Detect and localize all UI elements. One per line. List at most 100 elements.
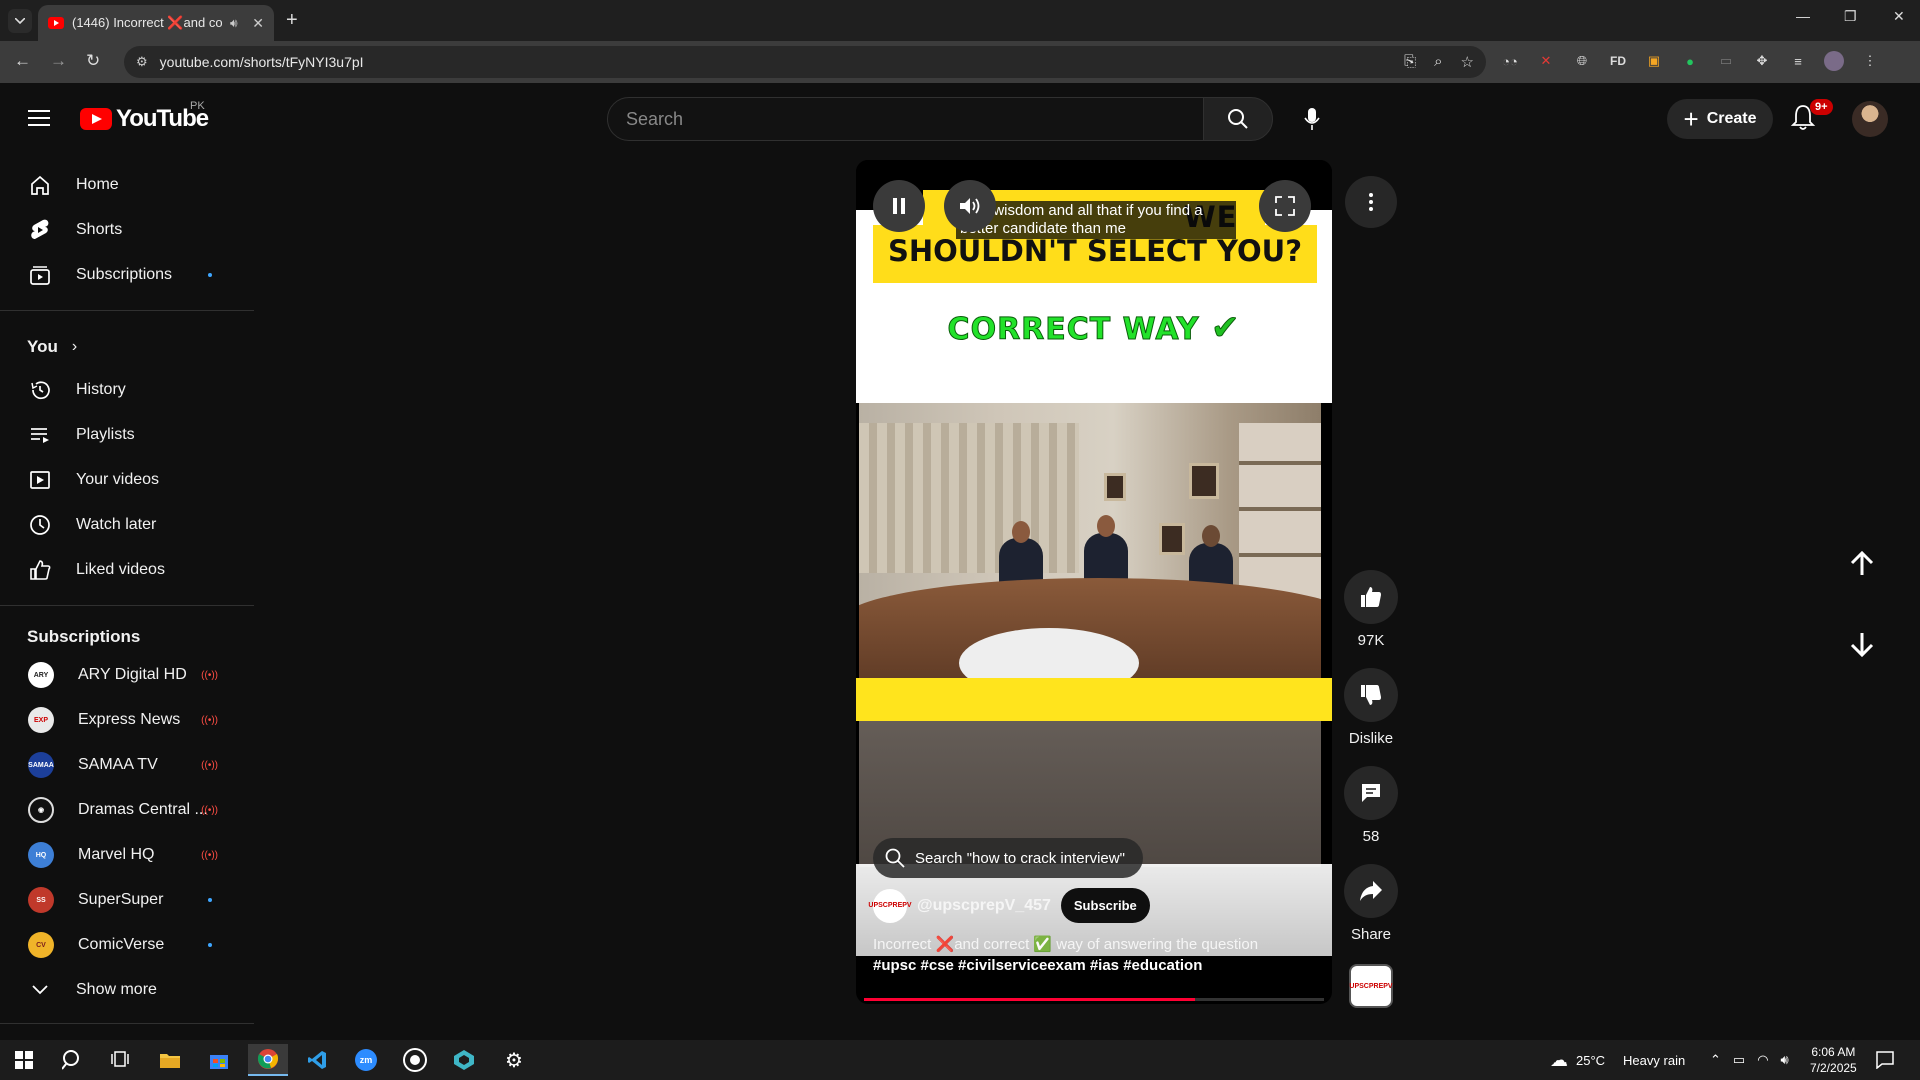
channel-avatar: SS [28, 887, 54, 913]
sidebar-item-your-videos[interactable]: Your videos [12, 460, 242, 500]
youtube-logo[interactable]: YouTube PK [80, 100, 209, 133]
sidebar-channel-marvel-hq[interactable]: HQ Marvel HQ ((•)) [12, 835, 242, 875]
video-hashtags[interactable]: #upsc #cse #civilserviceexam #ias #educa… [873, 957, 1313, 974]
sidebar-channel-comicverse[interactable]: CV ComicVerse [12, 925, 242, 965]
url-text[interactable]: youtube.com/shorts/tFyNYI3u7pI [160, 54, 364, 70]
sidebar-channel-dramas-central[interactable]: ◉ Dramas Central ... ((•)) [12, 790, 242, 830]
taskbar-search-button[interactable] [52, 1044, 92, 1076]
puzzle-extensions-icon[interactable]: ✥ [1752, 51, 1772, 71]
task-view-button[interactable] [100, 1044, 140, 1076]
remix-sound-thumbnail[interactable]: UPSCPREPV [1349, 964, 1393, 1008]
voice-search-button[interactable] [1290, 98, 1334, 140]
close-icon[interactable]: ✕ [252, 15, 264, 32]
subscribe-button[interactable]: Subscribe [1060, 888, 1150, 923]
sidebar-item-home[interactable]: Home [12, 165, 242, 205]
menu-icon[interactable] [28, 110, 50, 126]
notifications-button[interactable]: 9+ [1790, 99, 1833, 135]
glasses-extension-icon[interactable]: ◔◔ [1500, 51, 1520, 71]
chrome-taskbar-button[interactable] [248, 1044, 288, 1076]
fullscreen-button[interactable] [1259, 180, 1311, 232]
battery-icon[interactable]: ▭ [1733, 1052, 1745, 1068]
cast-extension-icon[interactable]: ▭ [1716, 51, 1736, 71]
store-icon [210, 1055, 228, 1069]
like-button[interactable] [1344, 570, 1398, 624]
sidebar-item-watch-later[interactable]: Watch later [12, 505, 242, 545]
notifications-center-button[interactable] [1876, 1040, 1894, 1080]
sidebar-channel-ary-digital-hd[interactable]: ARY ARY Digital HD ((•)) [12, 655, 242, 695]
browser-menu-icon[interactable]: ⋮ [1860, 51, 1880, 71]
wifi-icon[interactable]: ◠ [1757, 1052, 1768, 1068]
sidebar-item-playlists[interactable]: Playlists [12, 415, 242, 455]
zoom-taskbar-button[interactable]: zm [346, 1044, 386, 1076]
account-avatar[interactable] [1852, 101, 1888, 137]
clock[interactable]: 6:06 AM 7/2/2025 [1810, 1040, 1857, 1080]
globe-extension-icon[interactable]: 🌐︎ [1572, 51, 1592, 71]
speaker-icon[interactable]: 🔊︎ [230, 16, 238, 31]
store-button[interactable] [199, 1044, 239, 1076]
new-tab-button[interactable]: + [286, 9, 298, 32]
badge-extension-icon[interactable]: ▣ [1644, 51, 1664, 71]
file-explorer-button[interactable] [150, 1044, 190, 1076]
app-taskbar-button[interactable] [395, 1044, 435, 1076]
restore-icon[interactable]: ❐ [1844, 8, 1857, 25]
sidebar-item-liked-videos[interactable]: Liked videos [12, 550, 242, 590]
window-close-icon[interactable]: ✕ [1893, 8, 1905, 25]
search-suggestion-chip[interactable]: Search "how to crack interview" [873, 838, 1143, 878]
pause-button[interactable] [873, 180, 925, 232]
back-icon[interactable]: ← [14, 51, 31, 71]
search-input[interactable] [626, 108, 1203, 130]
previous-short-button[interactable] [1842, 544, 1882, 584]
channel-avatar: HQ [28, 842, 54, 868]
volume-button[interactable] [944, 180, 996, 232]
app2-taskbar-button[interactable] [444, 1044, 484, 1076]
chevron-up-icon[interactable]: ⌃ [1710, 1052, 1721, 1068]
fd-extension-icon[interactable]: FD [1608, 51, 1628, 71]
you-title: You [27, 337, 58, 356]
start-button[interactable] [4, 1044, 44, 1076]
shorts-player[interactable]: 3 WE SHOULDN'T SELECT YOU? your wisdom a… [856, 160, 1332, 1004]
site-info-icon[interactable]: ⚙︎ [136, 54, 148, 70]
speaker-icon[interactable]: 🔊︎ [1781, 1052, 1789, 1068]
show-more-button[interactable]: Show more [12, 970, 242, 1010]
search-button[interactable] [1203, 97, 1273, 141]
app-icon [405, 1050, 425, 1070]
bookmark-star-icon[interactable]: ☆ [1461, 53, 1474, 71]
channel-avatar[interactable]: UPSCPREPV [868, 888, 912, 923]
channel-handle[interactable]: @upscprepV_457 [917, 897, 1051, 915]
browser-tab[interactable]: (1446) Incorrect ❌and correct ✅ way of a… [38, 5, 274, 41]
share-action: Share [1344, 864, 1398, 943]
arrow-down-icon [1850, 633, 1874, 657]
more-options-button[interactable] [1345, 176, 1397, 228]
browser-tab-bar: (1446) Incorrect ❌and correct ✅ way of a… [0, 0, 1920, 41]
install-app-icon[interactable]: ⎘ [1404, 53, 1416, 71]
sidebar-channel-samaa-tv[interactable]: SAMAA SAMAA TV ((•)) [12, 745, 242, 785]
create-button[interactable]: + Create [1667, 99, 1773, 139]
green-extension-icon[interactable]: ● [1680, 51, 1700, 71]
red-x-extension-icon[interactable]: ✕ [1536, 51, 1556, 71]
dislike-button[interactable] [1344, 668, 1398, 722]
minimize-icon[interactable]: — [1796, 8, 1810, 24]
next-short-button[interactable] [1842, 624, 1882, 664]
profile-avatar-icon[interactable] [1824, 51, 1844, 71]
forward-icon[interactable]: → [50, 51, 67, 71]
media-controls-icon[interactable]: ≡ [1788, 51, 1808, 71]
omnibox[interactable]: ⚙︎ youtube.com/shorts/tFyNYI3u7pI ⎘ ⌕ ☆ [124, 46, 1486, 78]
dislike-action: Dislike [1344, 668, 1398, 747]
sidebar-channel-express-news[interactable]: EXP Express News ((•)) [12, 700, 242, 740]
sidebar-item-history[interactable]: History [12, 370, 242, 410]
comments-button[interactable] [1344, 766, 1398, 820]
app2-icon [454, 1050, 474, 1070]
weather-widget[interactable]: ☁︎ 25°C Heavy rain [1550, 1040, 1685, 1080]
sidebar-item-shorts[interactable]: Shorts [12, 210, 242, 250]
you-section-header[interactable]: You › [27, 337, 77, 357]
sidebar-item-subscriptions[interactable]: Subscriptions [12, 255, 242, 295]
progress-bar[interactable] [864, 998, 1324, 1001]
video-description[interactable]: Incorrect ❌and correct ✅ way of answerin… [873, 935, 1313, 955]
reload-icon[interactable]: ↻ [86, 51, 100, 71]
share-button[interactable] [1344, 864, 1398, 918]
vscode-taskbar-button[interactable] [297, 1044, 337, 1076]
zoom-icon[interactable]: ⌕ [1434, 53, 1442, 71]
settings-taskbar-button[interactable]: ⚙︎ [494, 1044, 534, 1076]
sidebar-channel-supersuper[interactable]: SS SuperSuper [12, 880, 242, 920]
tab-search-button[interactable] [8, 9, 32, 33]
